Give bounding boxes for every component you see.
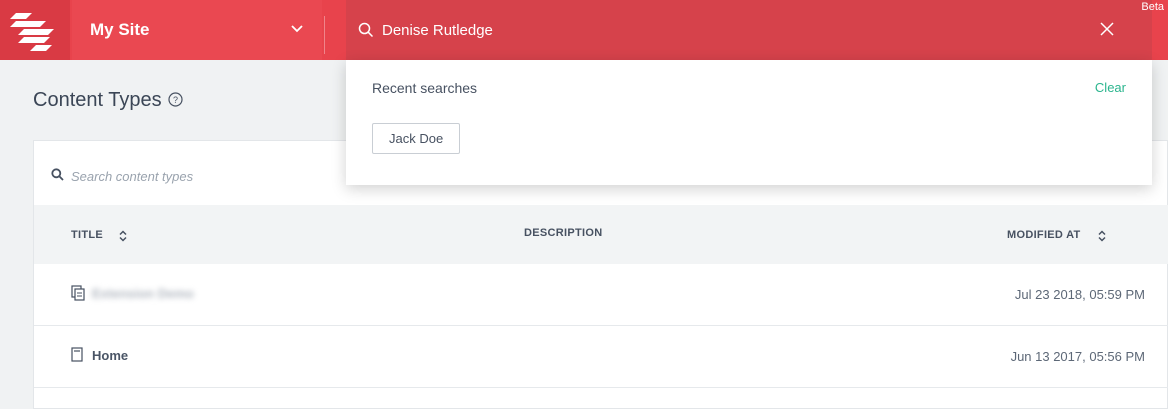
search-icon	[51, 168, 64, 181]
svg-text:?: ?	[173, 95, 178, 105]
table-row[interactable]: Extension Demo Jul 23 2018, 05:59 PM	[34, 264, 1168, 326]
recent-search-chip[interactable]: Jack Doe	[372, 123, 461, 154]
beta-badge: Beta	[1141, 1, 1164, 13]
help-icon[interactable]: ?	[168, 92, 183, 107]
page-title: Content Types	[33, 89, 162, 111]
document-icon	[71, 347, 83, 362]
sort-icon[interactable]	[118, 230, 128, 242]
header-divider	[324, 16, 325, 54]
row-modified-at: Jun 13 2017, 05:56 PM	[1010, 349, 1145, 364]
row-title[interactable]: Extension Demo	[92, 286, 194, 301]
column-modified-at[interactable]: MODIFIED AT	[1007, 229, 1081, 241]
content-types-search-input[interactable]	[71, 165, 351, 187]
site-switcher[interactable]: My Site	[72, 0, 322, 60]
multi-document-icon	[71, 285, 85, 301]
global-search-input[interactable]	[382, 18, 1082, 42]
chevron-down-icon	[291, 25, 303, 33]
table-row[interactable]: Home Jun 13 2017, 05:56 PM	[34, 326, 1168, 388]
site-name: My Site	[90, 20, 150, 39]
app-logo[interactable]	[0, 0, 70, 60]
logo-icon	[10, 13, 54, 51]
recent-searches-dropdown: Recent searches Clear Jack Doe	[346, 60, 1152, 185]
column-description: DESCRIPTION	[524, 227, 603, 239]
global-search	[346, 0, 1152, 60]
sort-icon[interactable]	[1097, 230, 1107, 242]
row-title[interactable]: Home	[92, 348, 128, 363]
clear-recent-button[interactable]: Clear	[1095, 80, 1126, 95]
column-title[interactable]: TITLE	[71, 229, 103, 241]
top-header: My Site Beta	[0, 0, 1168, 60]
close-icon[interactable]	[1100, 22, 1114, 36]
table-header: TITLE DESCRIPTION MODIFIED AT	[34, 205, 1168, 264]
search-icon	[358, 22, 374, 38]
recent-searches-title: Recent searches	[372, 80, 478, 96]
row-modified-at: Jul 23 2018, 05:59 PM	[1014, 287, 1145, 302]
